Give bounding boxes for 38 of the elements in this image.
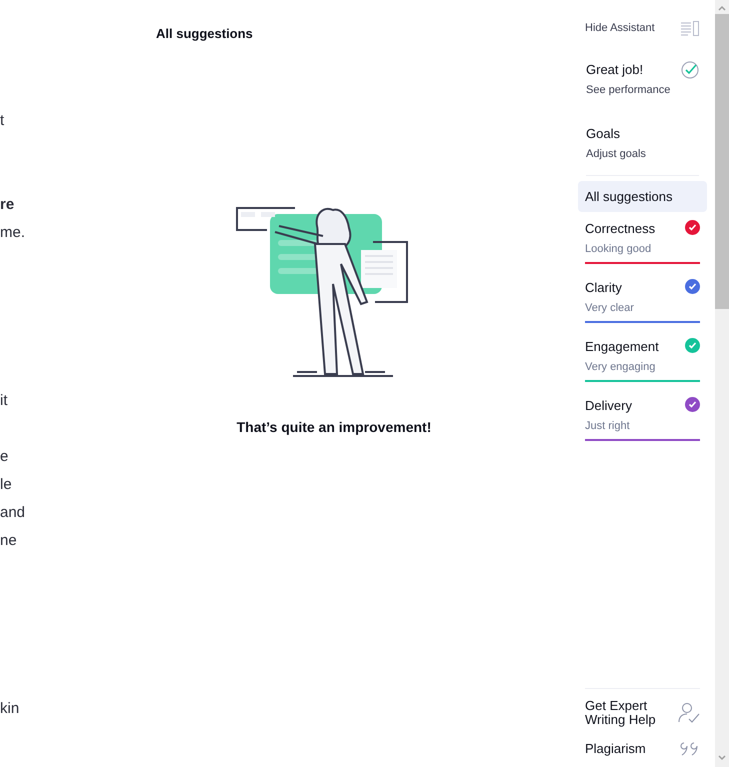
document-text-line: re bbox=[0, 195, 14, 215]
category-name: Correctness bbox=[585, 220, 656, 238]
document-text-line: me. bbox=[0, 223, 26, 243]
empty-state-message: That’s quite an improvement! bbox=[236, 418, 432, 437]
category-name: Clarity bbox=[585, 279, 623, 297]
category-name: Engagement bbox=[585, 338, 659, 356]
footer-link[interactable]: Get Expert Writing Help bbox=[585, 699, 665, 727]
goals-subtitle[interactable]: Adjust goals bbox=[586, 146, 699, 162]
category-name: Delivery bbox=[585, 397, 632, 415]
document-text-line: t bbox=[0, 111, 4, 131]
document-text-line: ne bbox=[0, 531, 17, 551]
check-circle-icon bbox=[681, 60, 699, 78]
sidebar-layout-icon[interactable] bbox=[680, 20, 700, 36]
category-status: Very clear bbox=[585, 300, 634, 316]
goals-title[interactable]: Goals bbox=[586, 124, 699, 143]
scroll-up-icon[interactable] bbox=[718, 5, 726, 11]
quote-icon bbox=[680, 741, 700, 757]
scroll-down-icon[interactable] bbox=[718, 755, 726, 761]
document-text-line: e bbox=[0, 447, 8, 467]
document-text-line: and bbox=[0, 503, 26, 523]
category-card[interactable]: Correctness Looking good bbox=[578, 212, 707, 271]
hide-assistant-label[interactable]: Hide Assistant bbox=[585, 20, 655, 36]
category-card[interactable]: Delivery Just right bbox=[578, 389, 707, 448]
performance-title[interactable]: Great job! bbox=[586, 60, 670, 79]
category-card[interactable]: Engagement Very engaging bbox=[578, 330, 707, 389]
panel-title: All suggestions bbox=[156, 25, 253, 43]
document-text-line: kin bbox=[0, 699, 20, 719]
category-card[interactable]: Clarity Very clear bbox=[578, 271, 707, 330]
category-status: Very engaging bbox=[585, 360, 656, 374]
document-text-line: le bbox=[0, 475, 12, 495]
performance-subtitle[interactable]: See performance bbox=[586, 82, 670, 98]
document-text-line: it bbox=[0, 391, 8, 411]
person-check-icon bbox=[678, 702, 700, 724]
category-status: Looking good bbox=[585, 242, 652, 256]
category-status: Just right bbox=[585, 418, 631, 434]
all-suggestions-tab[interactable]: All suggestions bbox=[578, 180, 707, 212]
footer-link[interactable]: Plagiarism bbox=[585, 742, 665, 756]
scrollbar-thumb[interactable] bbox=[715, 14, 729, 309]
